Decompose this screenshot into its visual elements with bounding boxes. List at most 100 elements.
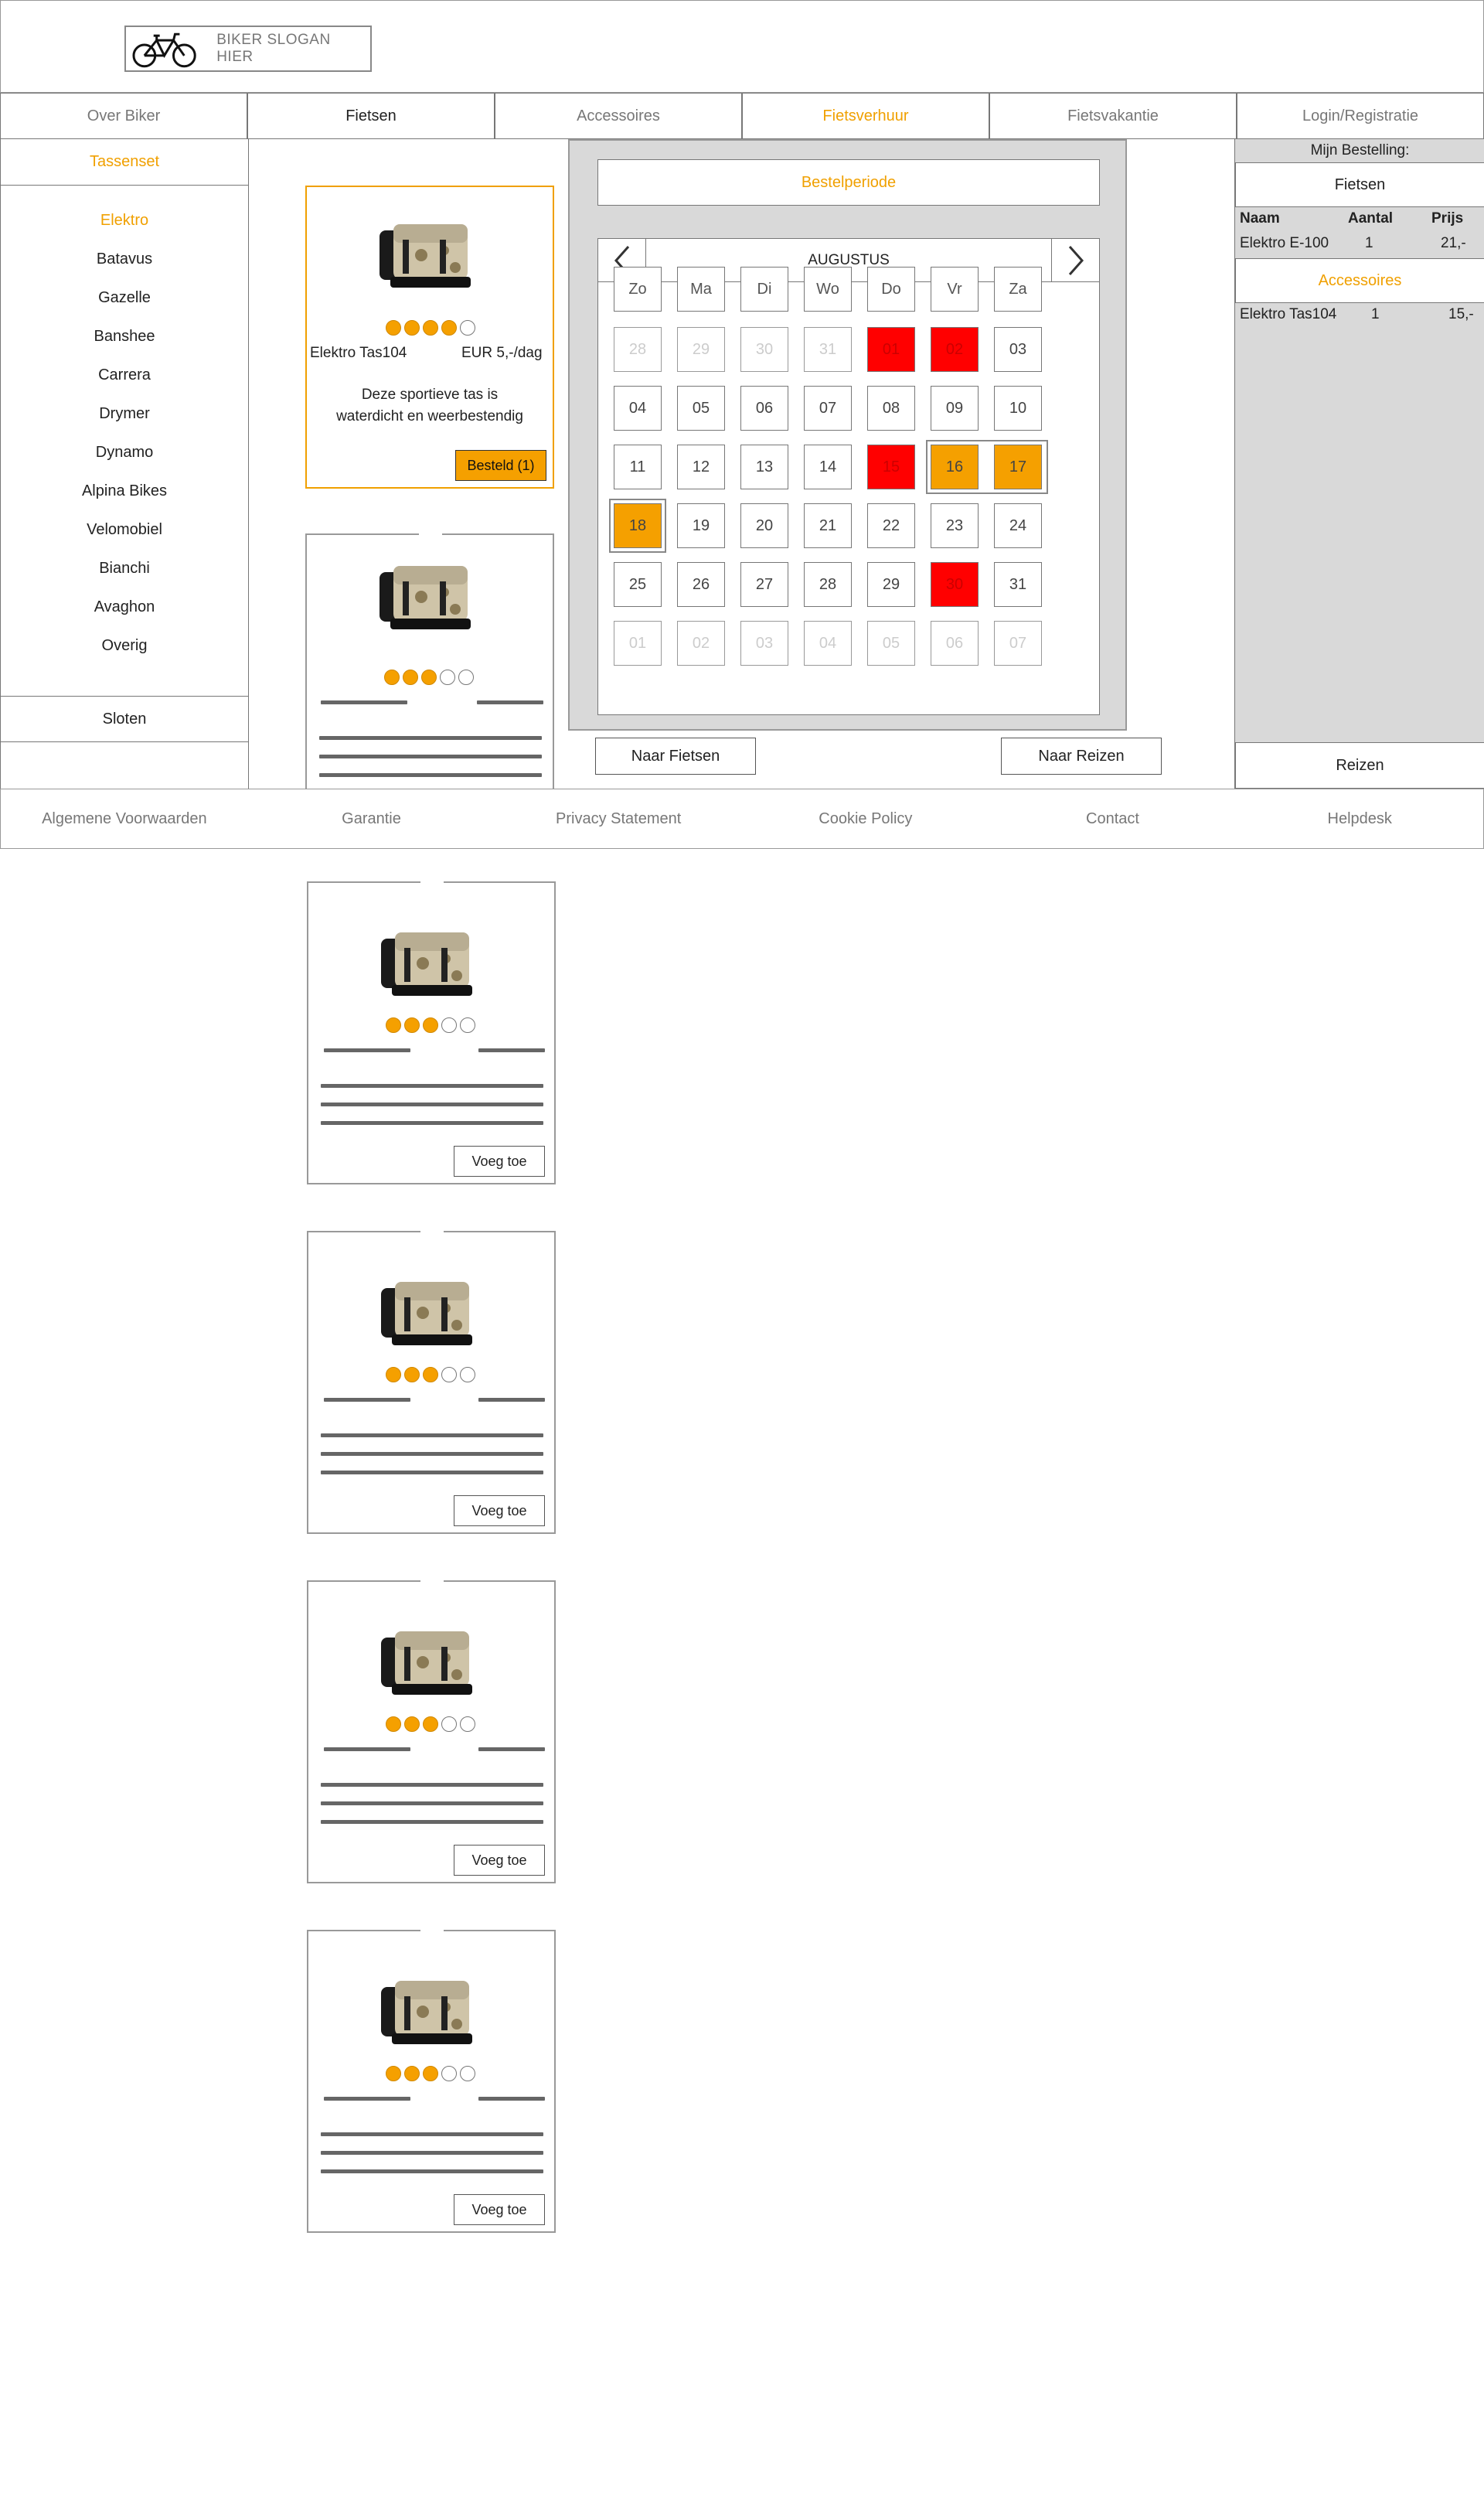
to-trips-button[interactable]: Naar Reizen [1001,738,1162,775]
calendar-day[interactable]: 21 [804,503,852,548]
footer-link-warranty[interactable]: Garantie [248,789,495,848]
order-section-accessories[interactable]: Accessoires [1235,258,1484,303]
order-item-name: Elektro E-100 [1240,235,1329,251]
footer-link-cookies[interactable]: Cookie Policy [742,789,989,848]
footer-link-helpdesk[interactable]: Helpdesk [1236,789,1483,848]
category-sidebar: Tassenset Elektro Batavus Gazelle Banshe… [0,139,249,789]
sidebar-item-velomobiel[interactable]: Velomobiel [1,510,248,549]
sidebar-item-drymer[interactable]: Drymer [1,394,248,433]
calendar-day[interactable]: 08 [867,386,915,431]
order-title: Mijn Bestelling: [1235,139,1484,162]
calendar-day[interactable]: 13 [740,445,788,489]
calendar-day[interactable]: 23 [931,503,979,548]
calendar-day[interactable]: 22 [867,503,915,548]
product-card-selected[interactable]: Elektro Tas104 EUR 5,-/dag Deze sportiev… [305,186,554,489]
calendar-day[interactable]: 29 [867,562,915,607]
sidebar-item-banshee[interactable]: Banshee [1,317,248,356]
sidebar-item-bianchi[interactable]: Bianchi [1,549,248,588]
sidebar-item-alpina-bikes[interactable]: Alpina Bikes [1,472,248,510]
tab-fietsen[interactable]: Fietsen [247,93,495,139]
product-card[interactable]: Voeg toe [307,1927,556,2233]
calendar-day[interactable]: 26 [677,562,725,607]
calendar-day[interactable]: 01 [614,621,662,666]
site-footer: Algemene Voorwaarden Garantie Privacy St… [0,789,1484,849]
tab-accessoires[interactable]: Accessoires [495,93,742,139]
footer-link-contact[interactable]: Contact [989,789,1237,848]
calendar-day[interactable]: 11 [614,445,662,489]
calendar-day[interactable]: 03 [740,621,788,666]
to-bikes-button[interactable]: Naar Fietsen [595,738,756,775]
weekday-label: Za [994,267,1042,312]
sidebar-item-dynamo[interactable]: Dynamo [1,433,248,472]
calendar-day[interactable]: 06 [740,386,788,431]
sidebar-item-gazelle[interactable]: Gazelle [1,278,248,317]
calendar-day[interactable]: 05 [867,621,915,666]
tab-login[interactable]: Login/Registratie [1237,93,1484,139]
rating-star [460,320,475,336]
calendar-day[interactable]: 15 [867,445,915,489]
calendar-day[interactable]: 31 [804,327,852,372]
sidebar-item-carrera[interactable]: Carrera [1,356,248,394]
rating-star [441,2066,457,2081]
rating-star [404,1367,420,1382]
bag-image [376,917,485,1010]
sidebar-item-elektro[interactable]: Elektro [1,201,248,240]
calendar-day[interactable]: 30 [740,327,788,372]
tab-over-biker[interactable]: Over Biker [0,93,247,139]
product-card-partial[interactable] [305,530,554,789]
tab-fietsverhuur[interactable]: Fietsverhuur [742,93,989,139]
sidebar-item-avaghon[interactable]: Avaghon [1,588,248,626]
calendar-day[interactable]: 25 [614,562,662,607]
add-button[interactable]: Voeg toe [454,1495,545,1526]
order-row: Elektro Tas104 1 15,- [1235,303,1484,329]
calendar-day[interactable]: 05 [677,386,725,431]
placeholder-line [319,736,542,740]
calendar-day[interactable]: 07 [994,621,1042,666]
calendar-day[interactable]: 02 [677,621,725,666]
calendar-day[interactable]: 29 [677,327,725,372]
slogan: BIKER SLOGAN HIER [216,32,331,65]
calendar-day[interactable]: 27 [740,562,788,607]
order-period-label[interactable]: Bestelperiode [597,159,1100,206]
calendar-day[interactable]: 28 [804,562,852,607]
rating-star [386,1017,401,1033]
calendar-day[interactable]: 28 [614,327,662,372]
order-section-bikes[interactable]: Fietsen [1235,162,1484,207]
calendar-day[interactable]: 04 [804,621,852,666]
calendar-day[interactable]: 10 [994,386,1042,431]
product-card[interactable]: Voeg toe [307,1577,556,1883]
calendar-day[interactable]: 14 [804,445,852,489]
calendar-day[interactable]: 31 [994,562,1042,607]
calendar-day[interactable]: 04 [614,386,662,431]
product-card[interactable]: Voeg toe [307,1228,556,1534]
sidebar-item-batavus[interactable]: Batavus [1,240,248,278]
calendar-day[interactable]: 24 [994,503,1042,548]
calendar-day[interactable]: 06 [931,621,979,666]
logo[interactable]: BIKER SLOGAN HIER [124,26,372,72]
add-button[interactable]: Voeg toe [454,1845,545,1876]
tab-fietsvakantie[interactable]: Fietsvakantie [989,93,1237,139]
add-button[interactable]: Voeg toe [454,1146,545,1177]
calendar-day[interactable]: 07 [804,386,852,431]
trips-button[interactable]: Reizen [1235,742,1484,789]
calendar-day[interactable]: 03 [994,327,1042,372]
add-button[interactable]: Voeg toe [454,2194,545,2225]
calendar-day[interactable]: 01 [867,327,915,372]
calendar-day[interactable]: 09 [931,386,979,431]
product-card[interactable]: Voeg toe [307,878,556,1184]
main-nav: Over Biker Fietsen Accessoires Fietsverh… [0,93,1484,139]
calendar-day[interactable]: 20 [740,503,788,548]
footer-link-terms[interactable]: Algemene Voorwaarden [1,789,248,848]
next-month-button[interactable] [1051,239,1099,282]
calendar-day[interactable]: 19 [677,503,725,548]
sidebar-section-tassenset[interactable]: Tassenset [1,139,248,186]
sidebar-section-sloten[interactable]: Sloten [0,696,249,742]
placeholder-line [478,1048,545,1052]
calendar-day[interactable]: 12 [677,445,725,489]
calendar-day[interactable]: 30 [931,562,979,607]
placeholder-line [321,2151,543,2155]
sidebar-item-overig[interactable]: Overig [1,626,248,665]
ordered-button[interactable]: Besteld (1) [455,450,546,481]
footer-link-privacy[interactable]: Privacy Statement [495,789,742,848]
calendar-day[interactable]: 02 [931,327,979,372]
